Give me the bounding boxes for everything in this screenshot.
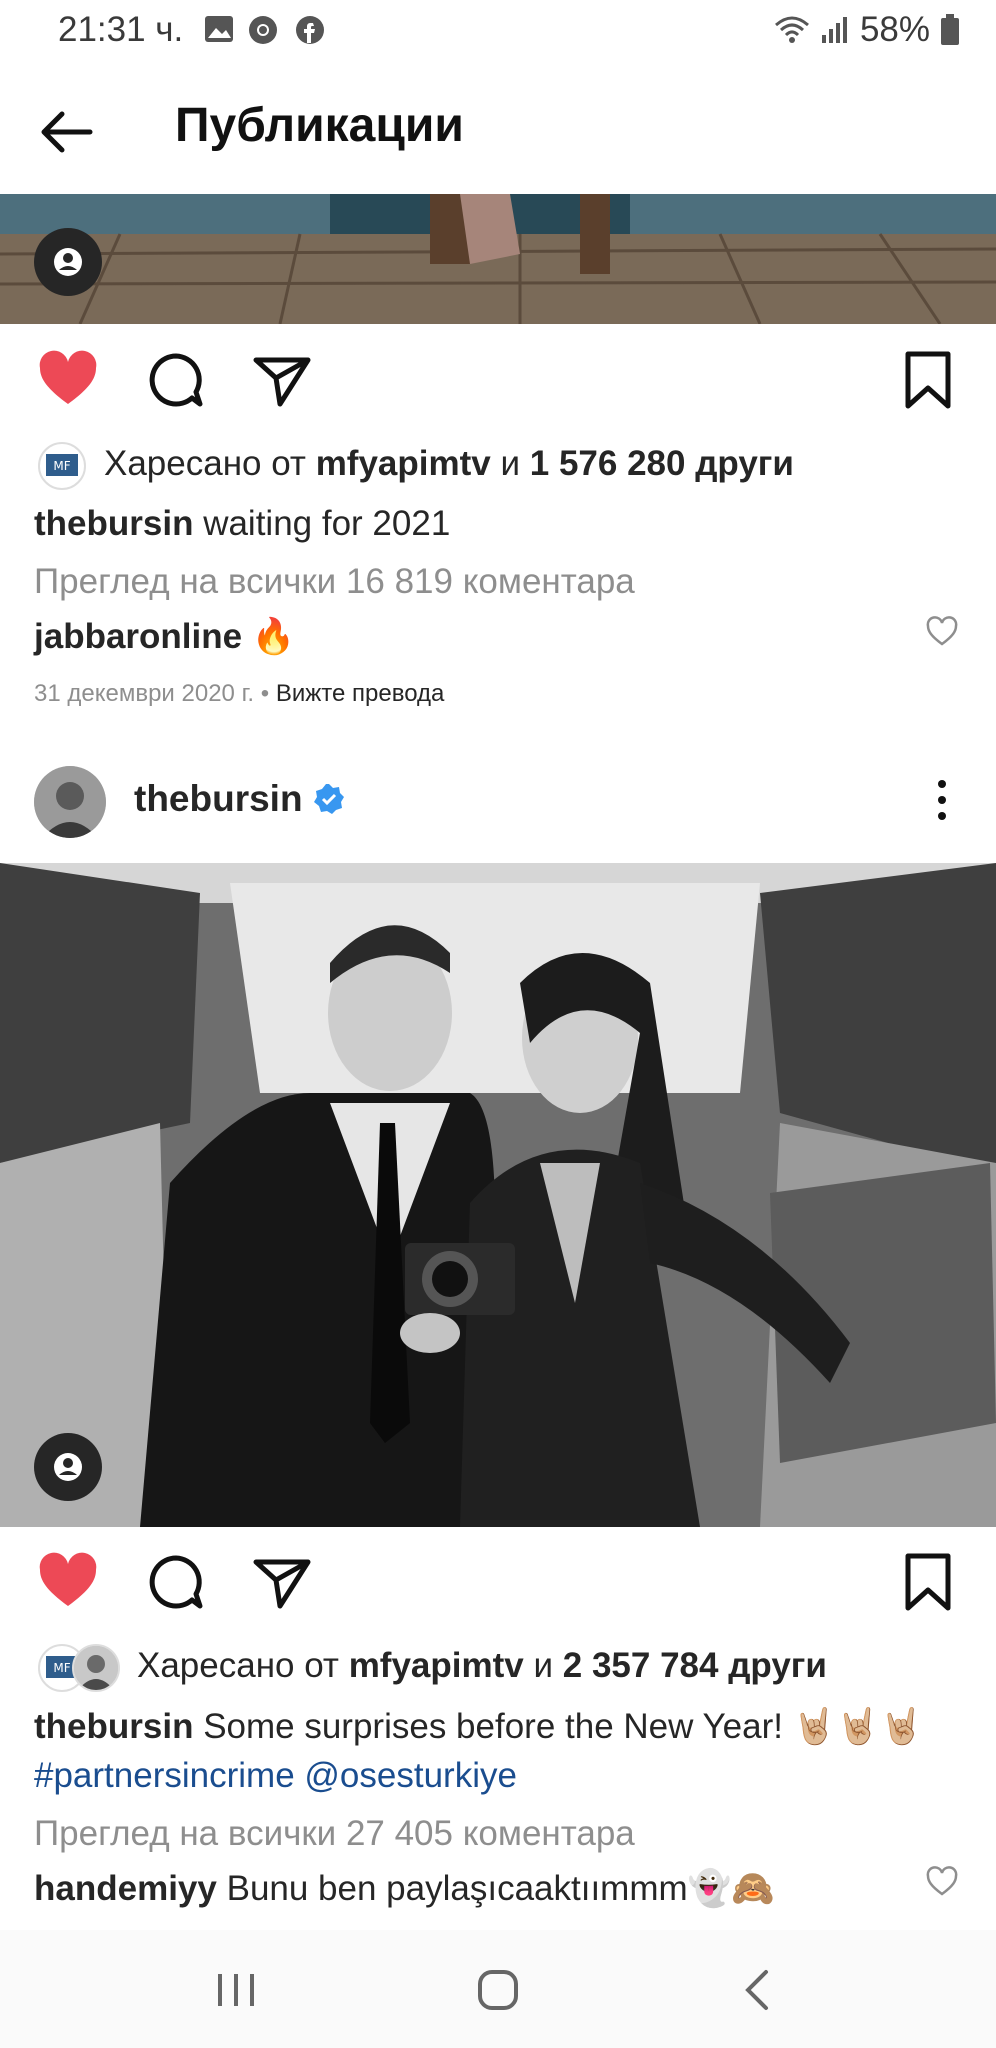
profile-photo <box>74 1646 118 1690</box>
recents-button[interactable] <box>214 1968 258 2017</box>
comment-button[interactable] <box>144 348 208 412</box>
arrow-left-icon <box>41 111 93 153</box>
chevron-left-icon <box>745 1970 768 2010</box>
profile-photo <box>34 766 106 838</box>
liker-avatar-2[interactable] <box>72 1644 120 1692</box>
heart-outline-icon <box>926 616 958 646</box>
heart-icon <box>39 1552 97 1606</box>
liked-by-count[interactable]: 2 357 784 други <box>563 1646 827 1685</box>
user-tag-button[interactable] <box>34 228 102 296</box>
battery-icon <box>941 14 959 45</box>
post2-tags: #partnersincrime @osesturkiye <box>34 1756 517 1796</box>
liked-by-and: и <box>500 444 521 483</box>
mf-logo-icon: MF <box>46 454 78 476</box>
liked-by-count[interactable]: 1 576 280 други <box>530 444 794 483</box>
hashtag-link[interactable]: #partnersincrime <box>34 1756 295 1795</box>
caption-text: waiting for 2021 <box>203 504 451 543</box>
recents-icon <box>218 1974 254 2006</box>
home-button[interactable] <box>474 1966 522 2019</box>
svg-text:MF: MF <box>53 459 70 473</box>
comment-like-button[interactable] <box>926 616 958 653</box>
post1-view-comments[interactable]: Преглед на всички 16 819 коментара <box>34 562 635 602</box>
bookmark-icon <box>905 351 951 409</box>
like-button[interactable] <box>36 348 100 412</box>
post2-author-avatar[interactable] <box>34 766 106 838</box>
battery-percent: 58% <box>859 10 930 49</box>
save-button[interactable] <box>896 348 960 412</box>
post-author-name[interactable]: thebursin <box>134 778 303 820</box>
send-icon <box>253 357 311 407</box>
comment-user[interactable]: handemiyy <box>34 1869 217 1908</box>
signal-icon <box>821 17 847 43</box>
liked-by-user[interactable]: mfyapimtv <box>316 444 491 483</box>
user-tag-button[interactable] <box>34 1433 102 1501</box>
wifi-icon <box>774 16 809 43</box>
system-nav-bar <box>0 1930 996 2048</box>
caption-author[interactable]: thebursin <box>34 504 193 543</box>
post1-comment: jabbaronline 🔥 <box>34 616 295 657</box>
more-vertical-icon <box>938 780 946 820</box>
bookmark-icon <box>905 1553 951 1611</box>
liked-by-prefix: Харесано от <box>104 444 306 483</box>
post2-photo[interactable] <box>0 863 996 1527</box>
heart-icon <box>39 350 97 404</box>
gallery-icon <box>205 16 233 42</box>
send-icon <box>253 1559 311 1609</box>
post-date: 31 декември 2020 г. <box>34 680 255 707</box>
meta-separator: • <box>260 680 270 707</box>
page-title: Публикации <box>175 99 464 152</box>
share-button[interactable] <box>250 348 314 412</box>
caption-text: Some surprises before the New Year! 🤘🏼🤘🏼… <box>203 1707 924 1746</box>
comment-user[interactable]: jabbaronline <box>34 617 242 656</box>
post2-comment: handemiyy Bunu ben paylaşıcaaktıımmm👻🙈 <box>34 1868 775 1909</box>
comment-text: Bunu ben paylaşıcaaktıımmm👻🙈 <box>226 1869 775 1908</box>
status-app-icons <box>203 14 333 51</box>
back-nav-button[interactable] <box>738 1968 778 2017</box>
comment-icon <box>149 353 203 407</box>
person-icon <box>54 248 82 276</box>
home-icon <box>478 1970 518 2010</box>
liker-avatar[interactable]: MF <box>38 442 86 490</box>
comment-button[interactable] <box>144 1550 208 1614</box>
comment-like-button[interactable] <box>926 1866 958 1903</box>
post2-view-comments[interactable]: Преглед на всички 27 405 коментара <box>34 1814 635 1854</box>
status-right: 58% <box>774 10 960 50</box>
chrome-icon <box>249 16 277 44</box>
svg-text:MF: MF <box>53 1661 70 1675</box>
post1-caption: thebursin waiting for 2021 <box>34 504 450 544</box>
post1-photo[interactable] <box>0 194 996 324</box>
status-bar: 21:31 ч. 58% <box>0 0 996 64</box>
mention-link[interactable]: @osesturkiye <box>304 1756 517 1795</box>
liked-by-user[interactable]: mfyapimtv <box>349 1646 524 1685</box>
translate-link[interactable]: Вижте превода <box>276 680 445 707</box>
save-button[interactable] <box>896 1550 960 1614</box>
post2-author: thebursin <box>134 778 345 820</box>
facebook-icon <box>296 16 324 44</box>
liked-by-and: и <box>533 1646 554 1685</box>
post2-caption: thebursin Some surprises before the New … <box>34 1706 923 1747</box>
post1-meta: 31 декември 2020 г. • Вижте превода <box>34 680 444 708</box>
person-icon <box>54 1453 82 1481</box>
comment-icon <box>149 1555 203 1609</box>
liked-by-prefix: Харесано от <box>137 1646 339 1685</box>
post1-likes: Харесано от mfyapimtv и 1 576 280 други <box>104 444 794 484</box>
status-time: 21:31 ч. <box>58 10 184 49</box>
post2-likes: Харесано от mfyapimtv и 2 357 784 други <box>137 1646 827 1686</box>
like-button[interactable] <box>36 1550 100 1614</box>
comment-text: 🔥 <box>251 617 296 656</box>
caption-author[interactable]: thebursin <box>34 1707 193 1746</box>
more-options-button[interactable] <box>926 776 958 829</box>
back-button[interactable] <box>36 102 96 162</box>
verified-badge-icon <box>313 784 344 814</box>
heart-outline-icon <box>926 1866 958 1896</box>
app-header: Публикации <box>0 64 996 195</box>
share-button[interactable] <box>250 1550 314 1614</box>
